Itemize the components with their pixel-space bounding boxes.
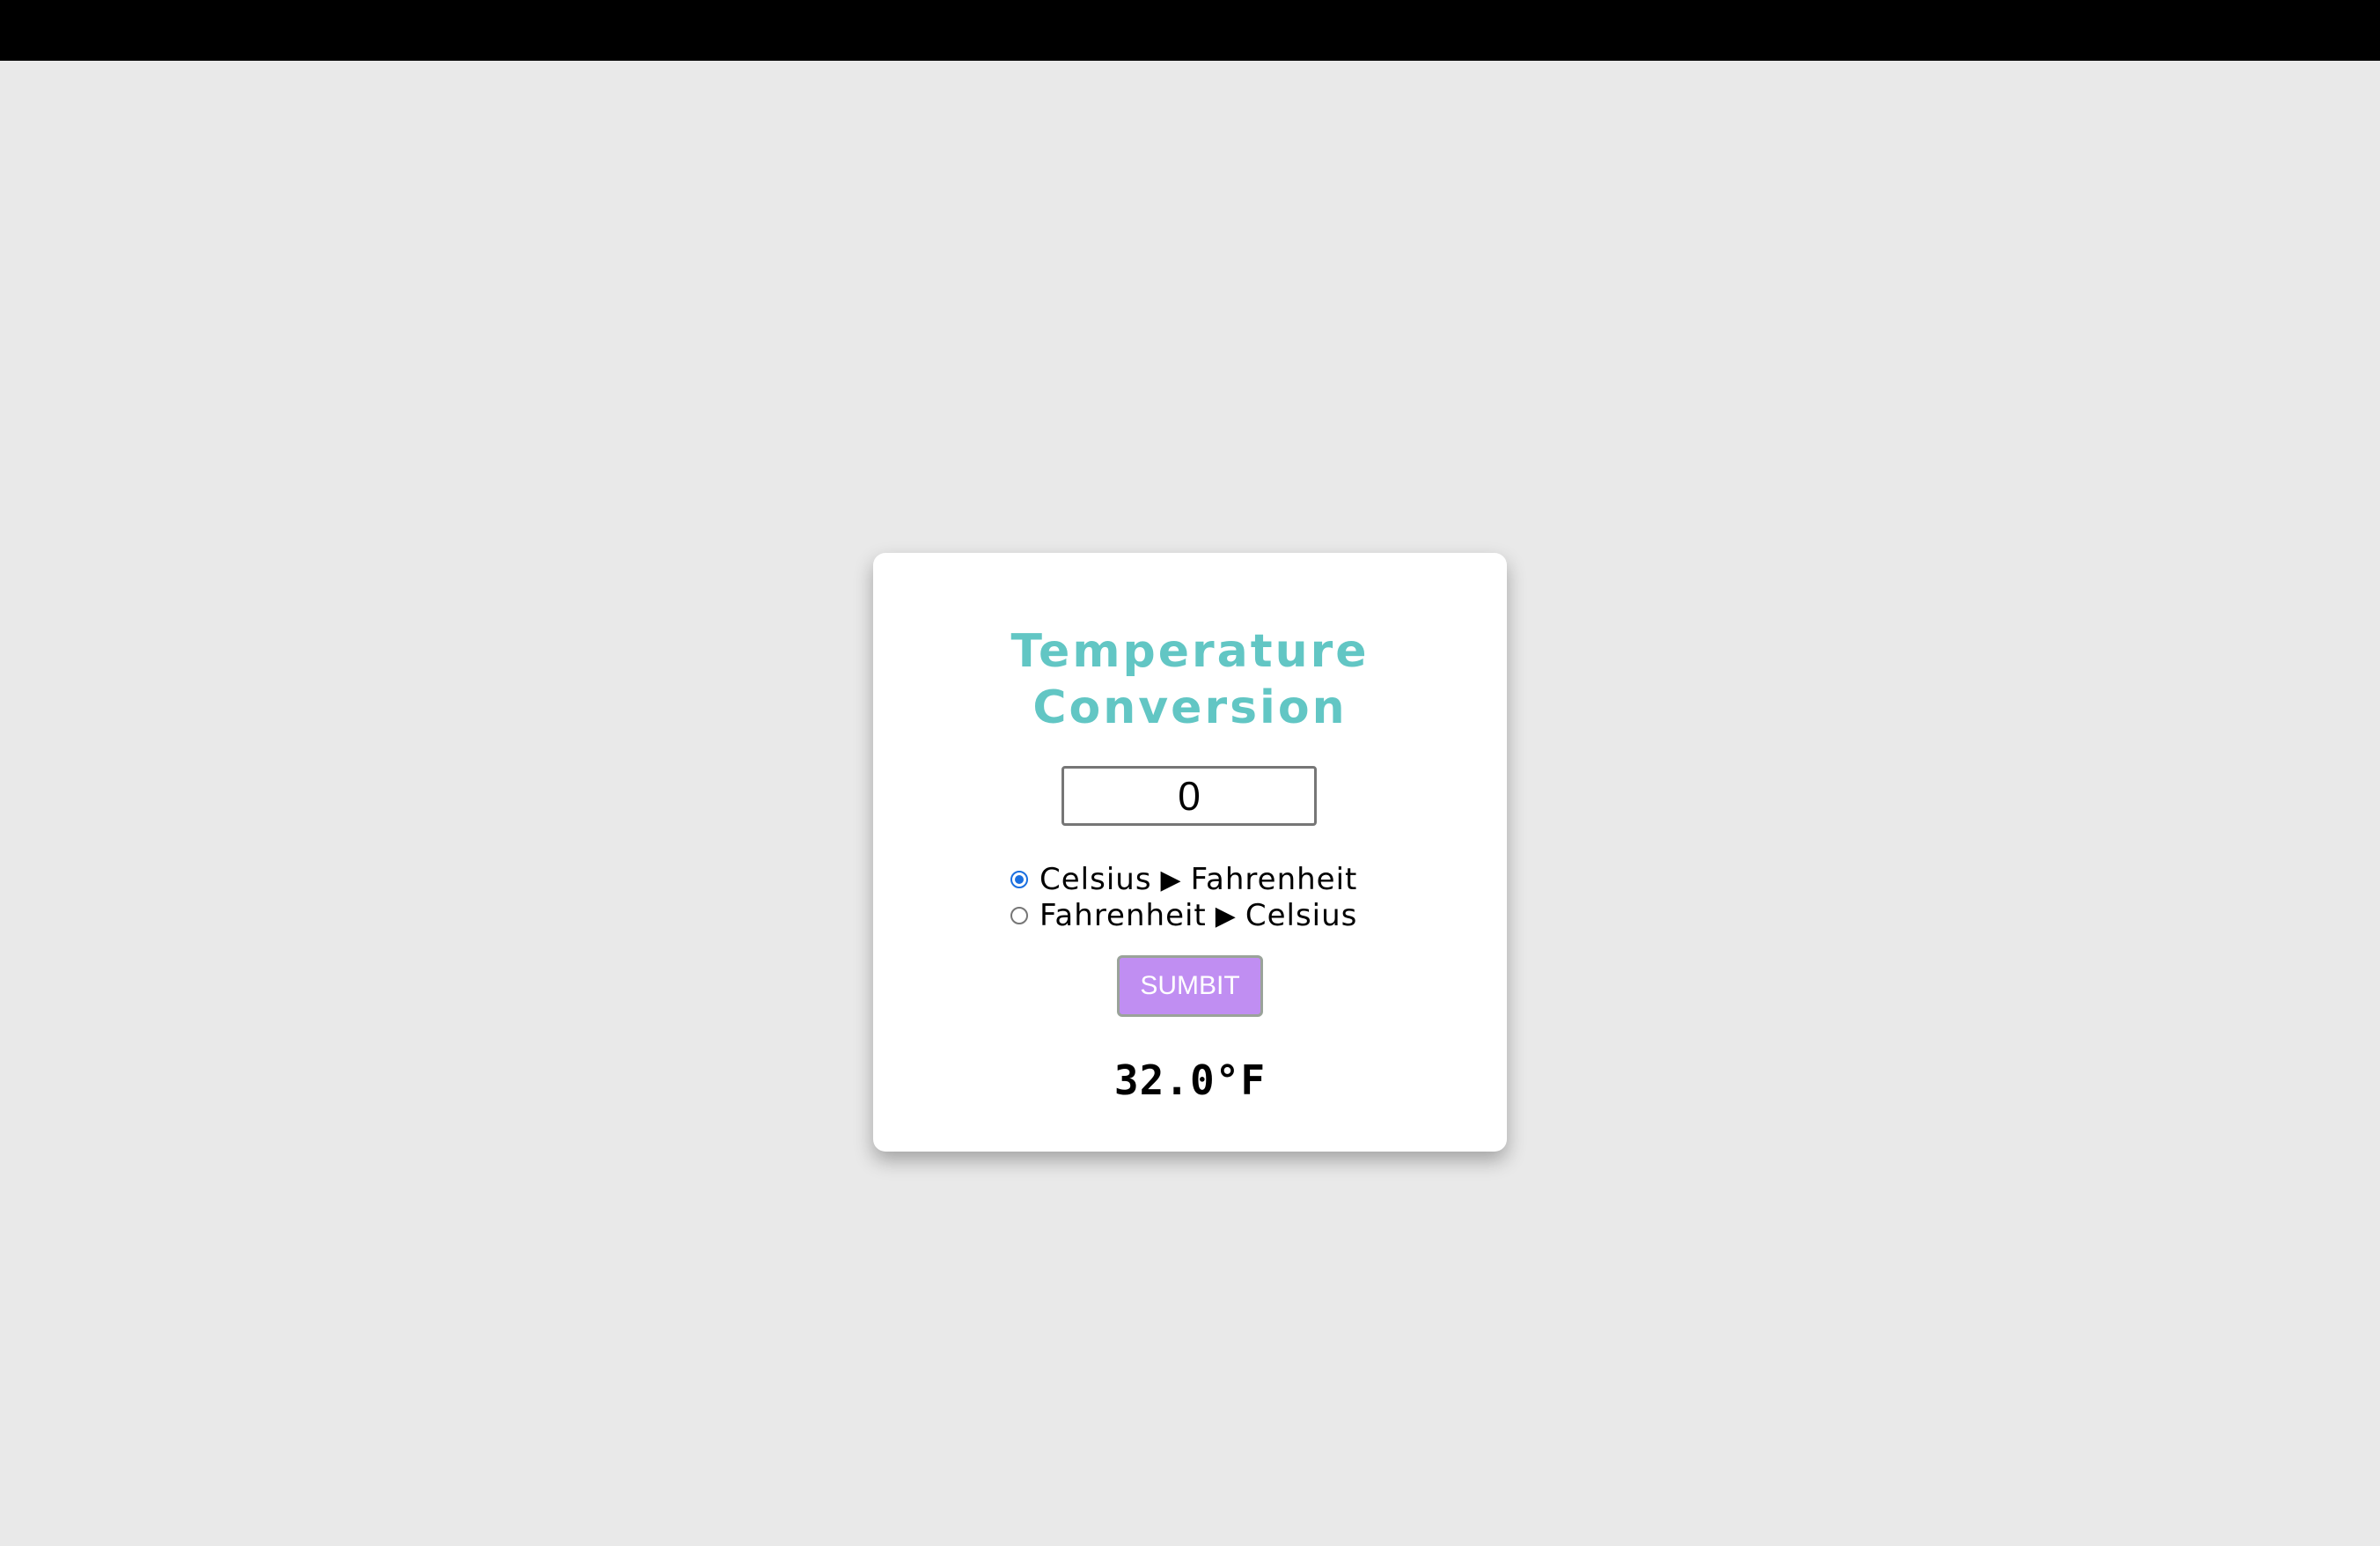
radio-checked-dot: [1015, 875, 1024, 884]
option-to-label: Celsius: [1245, 898, 1358, 933]
radio-fahrenheit-to-celsius[interactable]: [1010, 907, 1028, 924]
option-celsius-to-fahrenheit[interactable]: Celsius ▶ Fahrenheit: [1010, 862, 1357, 897]
option-to-label: Fahrenheit: [1190, 862, 1358, 897]
submit-button[interactable]: SUMBIT: [1117, 955, 1263, 1017]
option-from-label: Fahrenheit: [1039, 898, 1207, 933]
temperature-input[interactable]: [1061, 766, 1317, 826]
browser-top-bar: [0, 0, 2380, 61]
title-line-1: Temperature: [1010, 625, 1370, 678]
converter-card: Temperature Conversion Celsius ▶ Fahrenh…: [873, 553, 1507, 1152]
title-line-2: Conversion: [1032, 681, 1348, 734]
option-fahrenheit-to-celsius[interactable]: Fahrenheit ▶ Celsius: [1010, 898, 1357, 933]
play-arrow-icon: ▶: [1160, 864, 1182, 895]
radio-celsius-to-fahrenheit[interactable]: [1010, 871, 1028, 888]
option-from-label: Celsius: [1039, 862, 1152, 897]
conversion-result: 32.0°F: [1113, 1056, 1267, 1104]
play-arrow-icon: ▶: [1215, 900, 1237, 931]
page-title: Temperature Conversion: [873, 623, 1507, 736]
